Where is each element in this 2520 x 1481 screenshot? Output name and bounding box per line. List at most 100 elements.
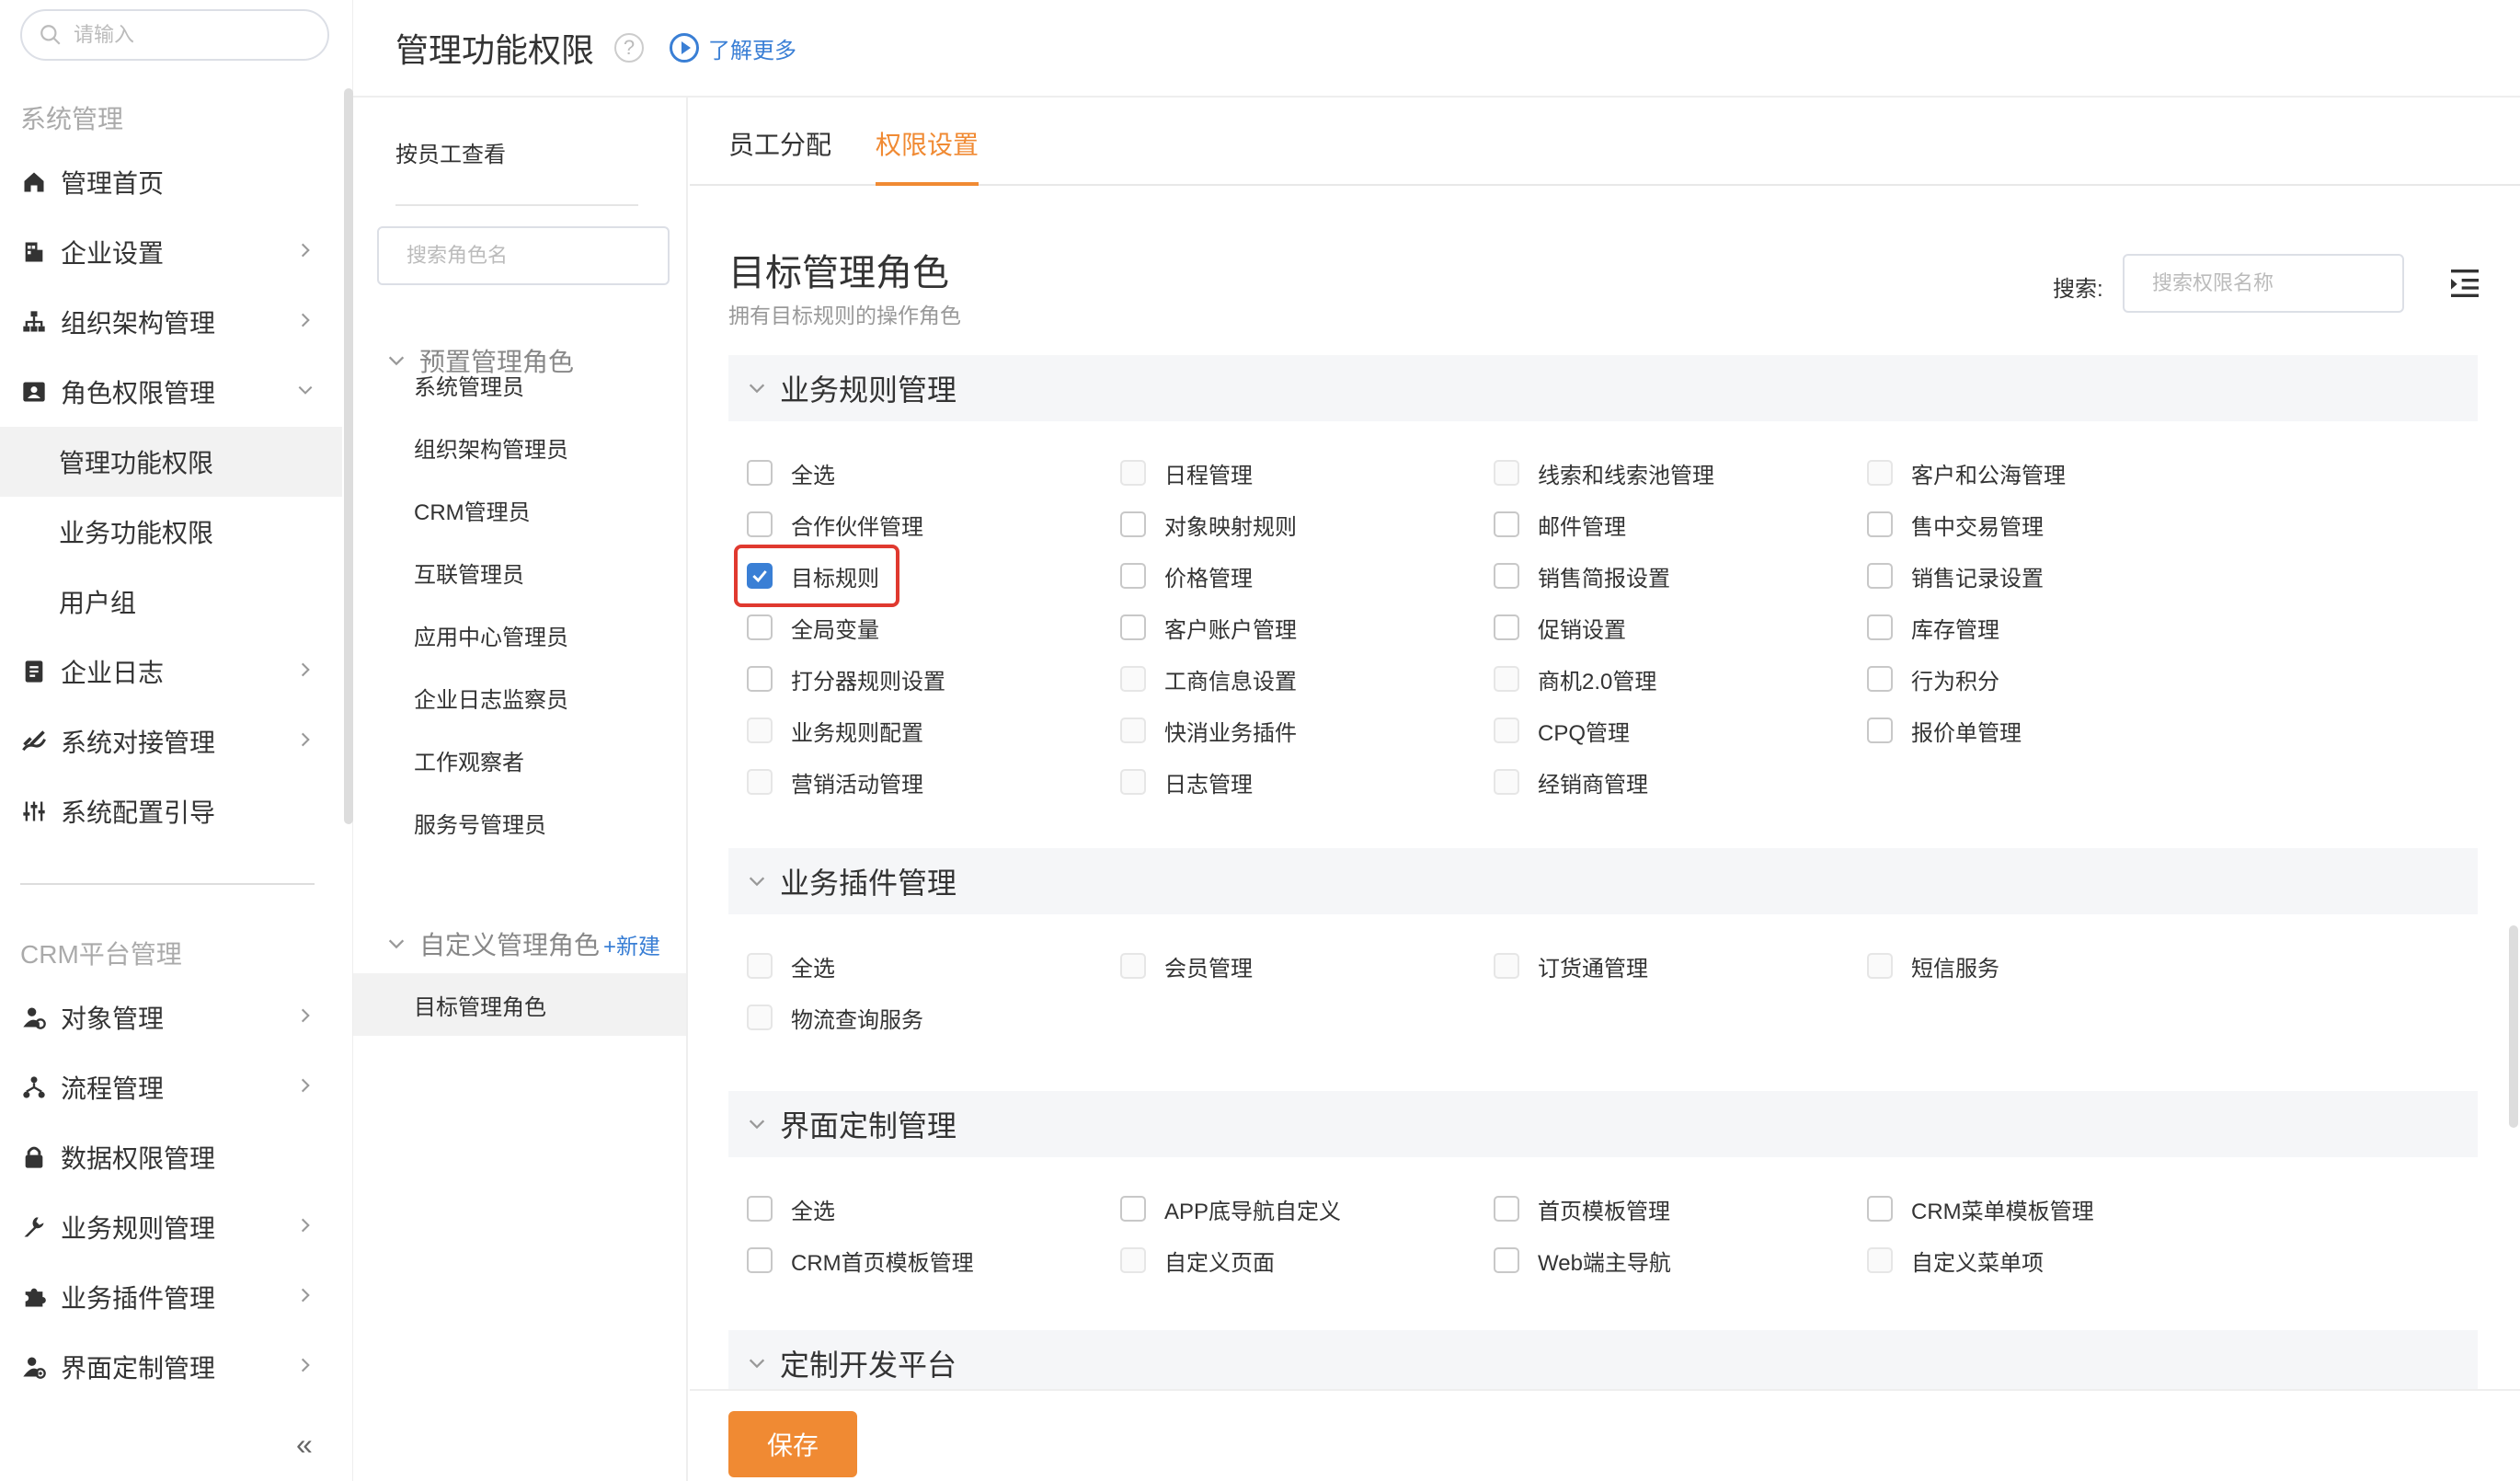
- learn-more-link[interactable]: 了解更多: [670, 32, 796, 64]
- new-role-link[interactable]: +新建: [603, 928, 660, 960]
- role-item[interactable]: 企业日志监察员: [353, 666, 686, 729]
- role-item[interactable]: CRM管理员: [353, 478, 686, 541]
- role-label: 企业日志监察员: [414, 687, 568, 713]
- sidebar-scrollbar[interactable]: [344, 88, 353, 824]
- checkbox[interactable]: [747, 511, 773, 537]
- checkbox: [1494, 953, 1519, 979]
- checkbox[interactable]: [1867, 666, 1893, 692]
- sidebar-item-company-settings[interactable]: 企业设置: [0, 217, 342, 287]
- permission-checkbox-item[interactable]: CRM首页模板管理: [747, 1234, 974, 1286]
- permission-checkbox-item[interactable]: Web端主导航: [1494, 1234, 1671, 1286]
- permission-label: 会员管理: [1164, 956, 1253, 982]
- permission-label: CRM首页模板管理: [791, 1250, 974, 1276]
- checkbox[interactable]: [747, 460, 773, 486]
- permission-label: 自定义页面: [1164, 1250, 1275, 1276]
- collapse-list-icon[interactable]: [2446, 265, 2483, 302]
- sidebar-item-integration[interactable]: 系统对接管理: [0, 706, 342, 776]
- permission-checkbox-item[interactable]: 打分器规则设置: [747, 653, 945, 705]
- section-header[interactable]: 界面定制管理: [728, 1091, 2478, 1157]
- permission-checkbox-item[interactable]: 客户账户管理: [1120, 602, 1297, 653]
- sidebar-item-company-log[interactable]: 企业日志: [0, 637, 342, 706]
- role-item[interactable]: 工作观察者: [353, 729, 686, 791]
- permission-checkbox-item[interactable]: 全局变量: [747, 602, 879, 653]
- permission-label: 工商信息设置: [1164, 669, 1297, 695]
- checkbox[interactable]: [1494, 1247, 1519, 1273]
- checkbox[interactable]: [1494, 563, 1519, 589]
- checkbox[interactable]: [1867, 614, 1893, 640]
- sidebar-item-config-guide[interactable]: 系统配置引导: [0, 776, 342, 846]
- left-sidebar: 系统管理 管理首页 企业设置 组织架构管理 角色权限管理 管理功能权限 业务功能…: [0, 0, 353, 1481]
- role-item[interactable]: 服务号管理员: [353, 791, 686, 854]
- checkbox[interactable]: [1494, 1196, 1519, 1222]
- checkbox[interactable]: [1867, 1196, 1893, 1222]
- sidebar-item-flow-management[interactable]: 流程管理: [0, 1052, 342, 1122]
- help-icon[interactable]: ?: [614, 33, 645, 63]
- checkbox[interactable]: [747, 1247, 773, 1273]
- checkbox[interactable]: [1494, 511, 1519, 537]
- permission-checkbox-item[interactable]: 库存管理: [1867, 602, 1999, 653]
- permission-checkbox-item[interactable]: 合作伙伴管理: [747, 499, 923, 550]
- permission-checkbox-item[interactable]: 售中交易管理: [1867, 499, 2044, 550]
- view-by-employee-link[interactable]: 按员工查看: [395, 136, 506, 168]
- permission-checkbox-item[interactable]: 报价单管理: [1867, 705, 2022, 756]
- checkbox[interactable]: [1120, 614, 1146, 640]
- sidebar-collapse-button[interactable]: «: [296, 1428, 313, 1462]
- sidebar-item-business-permissions[interactable]: 业务功能权限: [0, 497, 342, 567]
- permission-checkbox-item[interactable]: 促销设置: [1494, 602, 1626, 653]
- checkbox[interactable]: [1867, 718, 1893, 743]
- permission-checkbox-item[interactable]: 邮件管理: [1494, 499, 1626, 550]
- save-button[interactable]: 保存: [728, 1411, 857, 1477]
- section-header[interactable]: 业务规则管理: [728, 355, 2478, 421]
- sidebar-search-input[interactable]: [74, 23, 313, 47]
- role-item[interactable]: 组织架构管理员: [353, 416, 686, 478]
- permission-checkbox-item[interactable]: CRM菜单模板管理: [1867, 1183, 2094, 1234]
- permission-checkbox-item[interactable]: 销售简报设置: [1494, 550, 1670, 602]
- role-item[interactable]: 应用中心管理员: [353, 603, 686, 666]
- permission-label: 自定义菜单项: [1911, 1250, 2044, 1276]
- tab-permission-settings[interactable]: 权限设置: [876, 125, 979, 186]
- sidebar-item-user-groups[interactable]: 用户组: [0, 567, 342, 637]
- sidebar-item-business-plugins[interactable]: 业务插件管理: [0, 1262, 342, 1332]
- role-item[interactable]: 互联管理员: [353, 541, 686, 603]
- checkbox[interactable]: [747, 666, 773, 692]
- permission-checkbox-item[interactable]: 对象映射规则: [1120, 499, 1297, 550]
- checkbox[interactable]: [1120, 563, 1146, 589]
- sidebar-item-home[interactable]: 管理首页: [0, 147, 342, 217]
- role-item[interactable]: 系统管理员: [353, 353, 686, 416]
- permission-checkbox-item[interactable]: 价格管理: [1120, 550, 1253, 602]
- permission-checkbox-item[interactable]: 首页模板管理: [1494, 1183, 1670, 1234]
- sidebar-item-object-management[interactable]: 对象管理: [0, 982, 342, 1052]
- permission-checkbox-item[interactable]: 销售记录设置: [1867, 550, 2044, 602]
- permission-checkbox-item[interactable]: 全选: [747, 1183, 835, 1234]
- checkbox[interactable]: [1867, 511, 1893, 537]
- checkbox[interactable]: [1867, 563, 1893, 589]
- sidebar-item-org[interactable]: 组织架构管理: [0, 287, 342, 357]
- checkbox[interactable]: [1120, 1196, 1146, 1222]
- tab-employee-assignment[interactable]: 员工分配: [728, 125, 831, 186]
- permission-checkbox-item[interactable]: APP底导航自定义: [1120, 1183, 1341, 1234]
- sidebar-item-admin-permissions[interactable]: 管理功能权限: [0, 427, 342, 497]
- role-label: CRM管理员: [414, 499, 531, 525]
- sidebar-item-role-permissions[interactable]: 角色权限管理: [0, 357, 342, 427]
- sidebar-item-ui-custom[interactable]: 界面定制管理: [0, 1332, 342, 1402]
- section-header[interactable]: 业务插件管理: [728, 848, 2478, 914]
- permission-search-input[interactable]: [2152, 271, 2382, 295]
- checkbox[interactable]: [747, 1196, 773, 1222]
- sidebar-item-business-rules[interactable]: 业务规则管理: [0, 1192, 342, 1262]
- permission-search-box[interactable]: [2123, 254, 2404, 313]
- checkbox[interactable]: [1494, 614, 1519, 640]
- sidebar-item-data-permissions[interactable]: 数据权限管理: [0, 1122, 342, 1192]
- sidebar-search-box[interactable]: [20, 9, 329, 61]
- role-search-box[interactable]: [377, 226, 670, 285]
- checkbox[interactable]: [1120, 511, 1146, 537]
- permission-label: 报价单管理: [1911, 720, 2022, 746]
- permission-checkbox-item[interactable]: 全选: [747, 447, 835, 499]
- role-item-selected[interactable]: 目标管理角色: [353, 973, 686, 1036]
- custom-roles-group[interactable]: 自定义管理角色 +新建: [386, 925, 660, 962]
- permission-checkbox-item: 商机2.0管理: [1494, 653, 1656, 705]
- role-search-input[interactable]: [407, 244, 646, 268]
- checkbox: [1494, 666, 1519, 692]
- section-header[interactable]: 定制开发平台: [728, 1330, 2478, 1389]
- permission-checkbox-item[interactable]: 行为积分: [1867, 653, 1999, 705]
- checkbox[interactable]: [747, 614, 773, 640]
